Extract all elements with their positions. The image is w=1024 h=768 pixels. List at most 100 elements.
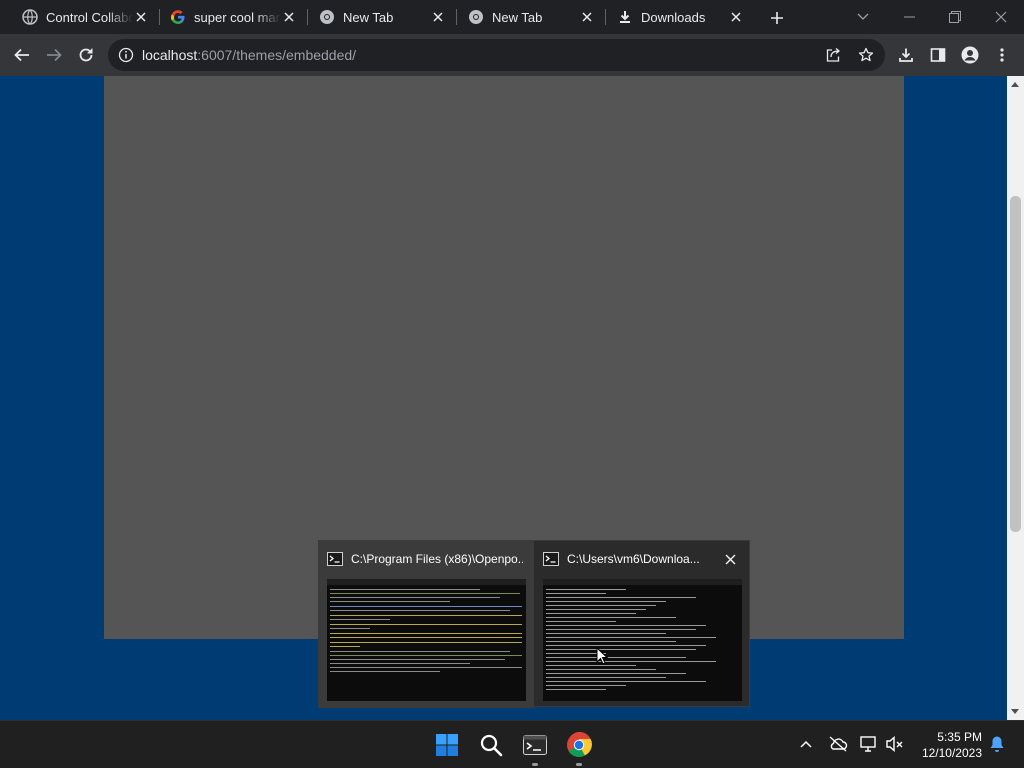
preview-text-line xyxy=(546,601,666,602)
google-icon xyxy=(170,9,186,25)
page-scrollbar[interactable] xyxy=(1007,76,1024,720)
tab-close-icon[interactable] xyxy=(430,9,446,25)
preview-text-line xyxy=(330,619,390,620)
preview-text-line xyxy=(330,597,500,598)
new-tab-button[interactable] xyxy=(766,7,788,29)
preview-text-line xyxy=(330,646,360,647)
preview-text-line xyxy=(546,589,626,590)
tab-search-chevron-icon[interactable] xyxy=(840,0,886,34)
forward-button[interactable] xyxy=(38,39,70,71)
tab-control-collaboration[interactable]: Control Collaboration xyxy=(0,0,159,34)
preview-text-line xyxy=(546,629,696,630)
clock[interactable]: 5:35 PM 12/10/2023 xyxy=(912,729,982,761)
preview-text-line xyxy=(546,605,656,606)
side-panel-icon[interactable] xyxy=(922,39,954,71)
thumbnail-title: C:\Users\vm6\Downloa... xyxy=(567,552,700,566)
thumbnail-title: C:\Program Files (x86)\Openpo... xyxy=(351,552,523,566)
thumbnail-preview xyxy=(327,579,526,701)
running-indicator xyxy=(576,763,582,766)
tab-title: Downloads xyxy=(641,9,706,25)
network-display-icon[interactable] xyxy=(858,733,880,755)
preview-text-line xyxy=(330,633,522,634)
scroll-up-arrow-icon[interactable] xyxy=(1011,82,1019,87)
preview-text-line xyxy=(330,615,522,616)
preview-text-line xyxy=(546,621,616,622)
preview-text-line xyxy=(546,633,666,634)
thumbnail-window-openpo[interactable]: C:\Program Files (x86)\Openpo... xyxy=(319,541,534,708)
volume-muted-icon[interactable] xyxy=(884,733,906,755)
tab-super-cool-markdown[interactable]: super cool markdown xyxy=(148,0,307,34)
url-text: localhost:6007/themes/embedded/ xyxy=(142,47,356,63)
tab-strip: Control Collaboration super cool markdow… xyxy=(0,0,1024,34)
preview-text-line xyxy=(546,645,706,646)
url-path: :6007/themes/embedded/ xyxy=(197,47,357,63)
preview-titlebar xyxy=(543,579,742,585)
preview-text-line xyxy=(330,667,522,668)
chrome-icon[interactable] xyxy=(563,729,595,766)
windows-taskbar: 5:35 PM 12/10/2023 xyxy=(0,720,1024,768)
tab-title: New Tab xyxy=(492,9,543,25)
preview-text-line xyxy=(330,659,505,660)
tab-close-icon[interactable] xyxy=(728,9,744,25)
preview-text-line xyxy=(330,610,510,611)
downloads-icon[interactable] xyxy=(890,39,922,71)
reload-button[interactable] xyxy=(70,39,102,71)
browser-toolbar: localhost:6007/themes/embedded/ xyxy=(0,34,1024,76)
tab-close-icon[interactable] xyxy=(281,9,297,25)
minimize-button[interactable] xyxy=(886,0,932,34)
preview-text-line xyxy=(546,689,606,690)
preview-text-line xyxy=(546,669,656,670)
preview-text-line xyxy=(546,593,606,594)
tab-downloads[interactable]: Downloads xyxy=(595,0,754,34)
preview-text-line xyxy=(546,665,636,666)
address-bar[interactable]: localhost:6007/themes/embedded/ xyxy=(108,39,885,71)
search-icon[interactable] xyxy=(475,729,507,761)
thumbnail-close-icon[interactable] xyxy=(723,552,737,566)
menu-kebab-icon[interactable] xyxy=(986,39,1018,71)
tab-title: Control Collaboration xyxy=(46,9,133,25)
preview-text-line xyxy=(330,642,522,643)
preview-text-line xyxy=(330,606,522,607)
tab-new-tab-2[interactable]: New Tab xyxy=(446,0,605,34)
onedrive-offline-icon[interactable] xyxy=(827,733,849,755)
terminal-icon[interactable] xyxy=(519,729,551,766)
clock-date: 12/10/2023 xyxy=(921,746,982,760)
preview-titlebar xyxy=(327,579,526,585)
preview-text-line xyxy=(546,597,696,598)
scrollbar-thumb[interactable] xyxy=(1010,196,1021,532)
tab-close-icon[interactable] xyxy=(133,9,149,25)
scroll-down-arrow-icon[interactable] xyxy=(1011,709,1019,714)
preview-text-line xyxy=(546,657,686,658)
bookmark-star-icon[interactable] xyxy=(856,45,876,65)
share-icon[interactable] xyxy=(823,45,843,65)
tab-new-tab[interactable]: New Tab xyxy=(297,0,456,34)
preview-text-line xyxy=(330,593,520,594)
chevron-up-icon[interactable] xyxy=(795,733,817,755)
preview-text-line xyxy=(330,628,370,629)
terminal-icon xyxy=(327,552,343,566)
profile-avatar-icon[interactable] xyxy=(954,39,986,71)
thumbnail-window-downloads[interactable]: C:\Users\vm6\Downloa... xyxy=(535,541,750,708)
tab-title: super cool markdown xyxy=(194,9,281,25)
preview-text-line xyxy=(330,655,522,656)
url-host: localhost xyxy=(142,47,198,63)
start-icon[interactable] xyxy=(431,729,463,761)
tab-title: New Tab xyxy=(343,9,394,25)
back-button[interactable] xyxy=(6,39,38,71)
preview-text-line xyxy=(330,601,450,602)
tab-close-icon[interactable] xyxy=(579,9,595,25)
preview-text-line xyxy=(546,685,626,686)
running-indicator xyxy=(532,763,538,766)
notification-bell-icon[interactable] xyxy=(986,733,1008,755)
thumbnail-preview xyxy=(543,579,742,701)
close-window-button[interactable] xyxy=(978,0,1024,34)
preview-text-line xyxy=(546,641,676,642)
download-icon xyxy=(617,9,633,25)
preview-text-line xyxy=(330,663,470,664)
preview-text-line xyxy=(546,661,716,662)
preview-text-line xyxy=(546,609,646,610)
preview-text-line xyxy=(546,625,706,626)
preview-text-line xyxy=(546,637,716,638)
restore-button[interactable] xyxy=(932,0,978,34)
site-info-icon[interactable] xyxy=(118,47,134,63)
